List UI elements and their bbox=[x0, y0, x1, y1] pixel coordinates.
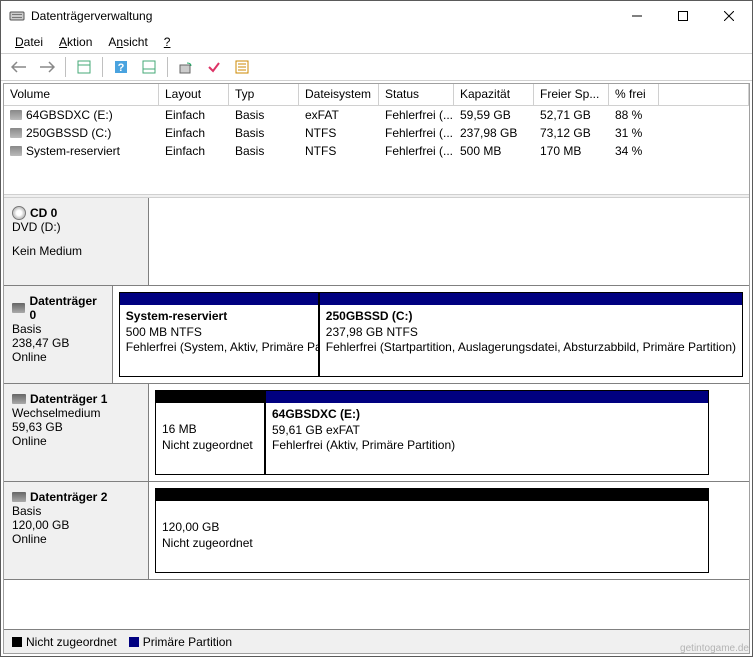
col-volume[interactable]: Volume bbox=[4, 84, 159, 105]
svg-text:?: ? bbox=[118, 62, 125, 74]
volume-list-header: Volume Layout Typ Dateisystem Status Kap… bbox=[4, 84, 749, 106]
volume-icon bbox=[10, 128, 22, 138]
partition-system-reserved[interactable]: System-reserviert 500 MB NTFS Fehlerfrei… bbox=[119, 292, 319, 377]
disk-label[interactable]: Datenträger 2 Basis 120,00 GB Online bbox=[4, 482, 149, 579]
disk-label[interactable]: CD 0 DVD (D:) Kein Medium bbox=[4, 198, 149, 285]
partition-unallocated[interactable]: 16 MB Nicht zugeordnet bbox=[155, 390, 265, 475]
disk-icon bbox=[12, 303, 25, 313]
forward-button[interactable] bbox=[35, 56, 59, 78]
list-button[interactable] bbox=[230, 56, 254, 78]
partition-color-bar bbox=[266, 391, 708, 403]
legend: Nicht zugeordnet Primäre Partition bbox=[4, 629, 749, 653]
disk-graphical-view: CD 0 DVD (D:) Kein Medium Datenträger 0 … bbox=[4, 198, 749, 629]
app-icon bbox=[9, 8, 25, 24]
toolbar: ? bbox=[1, 53, 752, 81]
disk-row-cd: CD 0 DVD (D:) Kein Medium bbox=[4, 198, 749, 286]
legend-swatch-icon bbox=[12, 637, 22, 647]
partition-color-bar bbox=[156, 391, 264, 403]
content-area: Volume Layout Typ Dateisystem Status Kap… bbox=[3, 83, 750, 654]
cd-icon bbox=[12, 206, 26, 220]
watermark: getintogame.de bbox=[680, 643, 749, 654]
menu-help[interactable]: ? bbox=[158, 33, 177, 51]
disk-row-2: Datenträger 2 Basis 120,00 GB Online 120… bbox=[4, 482, 749, 580]
disk-label[interactable]: Datenträger 1 Wechselmedium 59,63 GB Onl… bbox=[4, 384, 149, 481]
close-button[interactable] bbox=[706, 1, 752, 31]
partition-color-bar bbox=[320, 293, 742, 305]
legend-swatch-icon bbox=[129, 637, 139, 647]
col-spacer bbox=[659, 84, 749, 105]
partition-color-bar bbox=[120, 293, 318, 305]
disk-row-0: Datenträger 0 Basis 238,47 GB Online Sys… bbox=[4, 286, 749, 384]
col-prozent-frei[interactable]: % frei bbox=[609, 84, 659, 105]
legend-primary: Primäre Partition bbox=[129, 635, 232, 649]
partition-c[interactable]: 250GBSSD (C:) 237,98 GB NTFS Fehlerfrei … bbox=[319, 292, 743, 377]
disk-management-window: Datenträgerverwaltung Datei Aktion Ansic… bbox=[0, 0, 753, 657]
legend-unallocated: Nicht zugeordnet bbox=[12, 635, 117, 649]
volume-icon bbox=[10, 110, 22, 120]
col-freier-speicher[interactable]: Freier Sp... bbox=[534, 84, 609, 105]
disk-row-1: Datenträger 1 Wechselmedium 59,63 GB Onl… bbox=[4, 384, 749, 482]
view-top-button[interactable] bbox=[72, 56, 96, 78]
disk-partitions: System-reserviert 500 MB NTFS Fehlerfrei… bbox=[113, 286, 749, 383]
volume-icon bbox=[10, 146, 22, 156]
disk-partitions bbox=[149, 198, 749, 285]
check-button[interactable] bbox=[202, 56, 226, 78]
volume-row[interactable]: 64GBSDXC (E:) Einfach Basis exFAT Fehler… bbox=[4, 106, 749, 124]
view-bottom-button[interactable] bbox=[137, 56, 161, 78]
menubar: Datei Aktion Ansicht ? bbox=[1, 31, 752, 53]
disk-icon bbox=[12, 492, 26, 502]
titlebar[interactable]: Datenträgerverwaltung bbox=[1, 1, 752, 31]
maximize-button[interactable] bbox=[660, 1, 706, 31]
refresh-button[interactable] bbox=[174, 56, 198, 78]
disk-partitions: 120,00 GB Nicht zugeordnet bbox=[149, 482, 749, 579]
disk-icon bbox=[12, 394, 26, 404]
volume-list: Volume Layout Typ Dateisystem Status Kap… bbox=[4, 84, 749, 194]
col-typ[interactable]: Typ bbox=[229, 84, 299, 105]
help-button[interactable]: ? bbox=[109, 56, 133, 78]
partition-color-bar bbox=[156, 489, 708, 501]
minimize-button[interactable] bbox=[614, 1, 660, 31]
menu-ansicht[interactable]: Ansicht bbox=[102, 33, 153, 51]
window-title: Datenträgerverwaltung bbox=[31, 9, 614, 23]
partition-unallocated[interactable]: 120,00 GB Nicht zugeordnet bbox=[155, 488, 709, 573]
volume-row[interactable]: System-reserviert Einfach Basis NTFS Feh… bbox=[4, 142, 749, 160]
partition-e[interactable]: 64GBSDXC (E:) 59,61 GB exFAT Fehlerfrei … bbox=[265, 390, 709, 475]
back-button[interactable] bbox=[7, 56, 31, 78]
col-kapazitaet[interactable]: Kapazität bbox=[454, 84, 534, 105]
col-dateisystem[interactable]: Dateisystem bbox=[299, 84, 379, 105]
col-status[interactable]: Status bbox=[379, 84, 454, 105]
col-layout[interactable]: Layout bbox=[159, 84, 229, 105]
menu-datei[interactable]: Datei bbox=[9, 33, 49, 51]
disk-partitions: 16 MB Nicht zugeordnet 64GBSDXC (E:) 59,… bbox=[149, 384, 749, 481]
menu-aktion[interactable]: Aktion bbox=[53, 33, 98, 51]
volume-row[interactable]: 250GBSSD (C:) Einfach Basis NTFS Fehlerf… bbox=[4, 124, 749, 142]
disk-label[interactable]: Datenträger 0 Basis 238,47 GB Online bbox=[4, 286, 113, 383]
